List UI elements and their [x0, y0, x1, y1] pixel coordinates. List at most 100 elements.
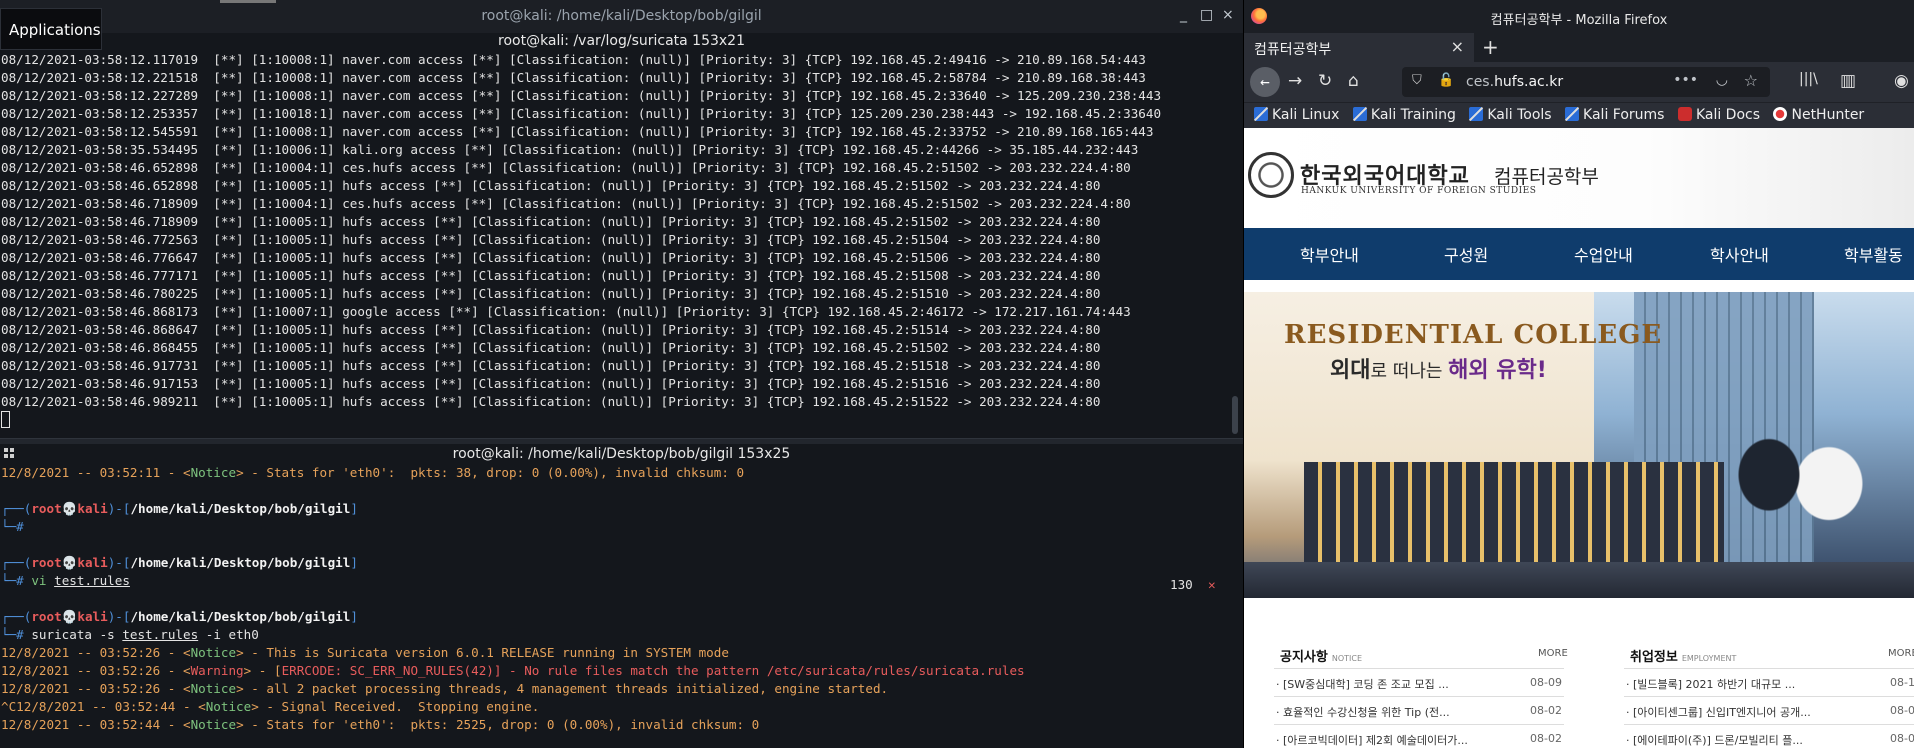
fast-log-output: 08/12/2021-03:58:12.117019 [**] [1:10008…	[0, 51, 1243, 411]
bookmark-kali-linux[interactable]: Kali Linux	[1254, 107, 1339, 123]
employment-item[interactable]: · [에이테파이(주)] 드론/모빌리티 플...08-02	[1624, 724, 1914, 748]
kali-dragon-icon	[1565, 107, 1580, 121]
kali-dragon-icon	[1254, 107, 1268, 121]
suricata-output-line: ^C12/8/2021 -- 03:52:44 - <Notice> - Sig…	[1, 699, 540, 714]
firefox-logo-icon	[1251, 8, 1267, 24]
suricata-log-pane[interactable]: root@kali: /var/log/suricata 153x21 08/1…	[0, 33, 1243, 439]
web-page: 한국외국어대학교 컴퓨터공학부 HANKUK UNIVERSITY OF FOR…	[1244, 128, 1914, 748]
pocket-icon[interactable]: ◡	[1716, 72, 1728, 88]
hero-banner[interactable]: RESIDENTIAL COLLEGE 외대로 떠나는 해외 유학!	[1244, 292, 1914, 598]
log-line: 08/12/2021-03:58:46.772563 [**] [1:10005…	[1, 232, 1101, 247]
log-line: 08/12/2021-03:58:46.652898 [**] [1:10004…	[1, 160, 1131, 175]
menu-item[interactable]: 구성원	[1444, 242, 1488, 266]
firefox-window-title: 컴퓨터공학부 - Mozilla Firefox	[1490, 13, 1668, 28]
employment-item[interactable]: · [빌드블록] 2021 하반기 대규모 ...08-10	[1624, 668, 1914, 696]
reload-button[interactable]: ↻	[1318, 71, 1332, 91]
board-section: 공지사항 NOTICE MORE · [SW중심대학] 코딩 존 조교 모집 ..…	[1244, 634, 1914, 748]
bookmark-kali-tools[interactable]: Kali Tools	[1469, 107, 1552, 123]
bookmark-kali-docs[interactable]: Kali Docs	[1677, 107, 1760, 123]
page-actions-icon[interactable]: •••	[1673, 72, 1698, 88]
insecure-lock-icon[interactable]: 🔓	[1438, 73, 1454, 88]
bookmarks-toolbar: Kali Linux Kali Training Kali Tools Kali…	[1244, 102, 1914, 128]
history-count: 130	[1170, 577, 1193, 592]
shield-icon[interactable]: ⛉	[1412, 73, 1422, 88]
exit-status-icon: ✕	[1208, 577, 1216, 592]
menu-item[interactable]: 학부안내	[1300, 242, 1359, 266]
employment-more-link[interactable]: MORE	[1888, 648, 1914, 659]
navigation-toolbar: ← → ↻ ⌂ ⛉ 🔓 ces.hufs.ac.kr ••• ◡ ☆ |||\ …	[1244, 62, 1914, 102]
stats-line: 12/8/2021 -- 03:52:11 - <Notice> - Stats…	[1, 465, 745, 480]
kali-dragon-icon	[1469, 107, 1484, 121]
menu-item[interactable]: 학부활동	[1844, 242, 1903, 266]
log-line: 08/12/2021-03:58:46.718909 [**] [1:10005…	[1, 214, 1101, 229]
pane1-title: root@kali: /var/log/suricata 153x21	[498, 33, 745, 49]
command-suricata: └─# suricata -s test.rules -i eth0	[1, 627, 259, 642]
url-prefix: ces.	[1466, 74, 1495, 90]
terminal-cursor	[1, 411, 10, 428]
log-line: 08/12/2021-03:58:46.780225 [**] [1:10005…	[1, 286, 1101, 301]
library-icon[interactable]: |||\	[1799, 71, 1818, 87]
university-emblem-icon[interactable]	[1248, 152, 1294, 198]
employment-title: 취업정보 EMPLOYMENT	[1630, 650, 1737, 665]
url-bar[interactable]: ⛉ 🔓 ces.hufs.ac.kr ••• ◡ ☆	[1402, 67, 1770, 97]
maximize-button[interactable]: □	[1200, 7, 1213, 23]
suricata-output-line: 12/8/2021 -- 03:52:44 - <Notice> - Stats…	[1, 717, 760, 732]
kali-dragon-icon	[1352, 107, 1367, 121]
site-header: 한국외국어대학교 컴퓨터공학부 HANKUK UNIVERSITY OF FOR…	[1244, 128, 1914, 228]
menu-item[interactable]: 학사안내	[1710, 242, 1769, 266]
notice-item[interactable]: · [아르코빅데이터] 제2회 예술데이터가... 08-02	[1274, 724, 1564, 748]
applications-menu-button[interactable]: Applications	[0, 8, 102, 50]
tab-title: 컴퓨터공학부	[1254, 42, 1332, 58]
terminal-window-title: root@kali: /home/kali/Desktop/bob/gilgil	[481, 8, 762, 24]
minimize-button[interactable]: _	[1180, 7, 1187, 23]
notice-more-link[interactable]: MORE	[1538, 648, 1568, 659]
bookmark-star-icon[interactable]: ☆	[1744, 71, 1758, 90]
pane1-scrollbar[interactable]	[1232, 396, 1238, 434]
sidebar-icon[interactable]: ▥	[1840, 71, 1856, 91]
banner-students-image	[1724, 422, 1874, 598]
notice-item[interactable]: · [SW중심대학] 코딩 존 조교 모집 ... 08-09	[1274, 668, 1564, 696]
log-line: 08/12/2021-03:58:12.117019 [**] [1:10008…	[1, 52, 1146, 67]
log-line: 08/12/2021-03:58:46.868647 [**] [1:10005…	[1, 322, 1101, 337]
notice-item[interactable]: · 효율적인 수강신청을 위한 Tip (전... 08-02	[1274, 696, 1564, 724]
suricata-warning-line: 12/8/2021 -- 03:52:26 - <Warning> - [ERR…	[1, 663, 1025, 678]
account-icon[interactable]: ◉	[1894, 71, 1909, 91]
site-main-menu: 학부안내 구성원 수업안내 학사안내 학부활동	[1244, 228, 1914, 280]
terminal-window: root@kali: /home/kali/Desktop/bob/gilgil…	[0, 0, 1243, 748]
university-name-en: HANKUK UNIVERSITY OF FOREIGN STUDIES	[1301, 186, 1537, 196]
close-tab-icon[interactable]: ×	[1451, 37, 1464, 56]
bookmark-kali-training[interactable]: Kali Training	[1352, 107, 1456, 123]
shell-pane[interactable]: root@kali: /home/kali/Desktop/bob/gilgil…	[0, 444, 1243, 748]
prompt-line: ┌──(root💀kali)-[/home/kali/Desktop/bob/g…	[1, 555, 358, 570]
suricata-output-line: 12/8/2021 -- 03:52:26 - <Notice> - This …	[1, 645, 729, 660]
log-line: 08/12/2021-03:58:12.221518 [**] [1:10008…	[1, 70, 1146, 85]
banner-title: RESIDENTIAL COLLEGE	[1284, 320, 1663, 350]
notice-title: 공지사항 NOTICE	[1280, 650, 1363, 665]
log-line: 08/12/2021-03:58:12.253357 [**] [1:10018…	[1, 106, 1162, 121]
firefox-titlebar: 컴퓨터공학부 - Mozilla Firefox	[1244, 0, 1914, 33]
log-line: 08/12/2021-03:58:46.776647 [**] [1:10005…	[1, 250, 1101, 265]
menu-item[interactable]: 수업안내	[1574, 242, 1633, 266]
url-domain: hufs.ac.kr	[1494, 74, 1564, 90]
suricata-output-line: 12/8/2021 -- 03:52:26 - <Notice> - all 2…	[1, 681, 889, 696]
tab-active[interactable]: 컴퓨터공학부 ×	[1244, 33, 1474, 62]
department-name[interactable]: 컴퓨터공학부	[1494, 162, 1599, 189]
new-tab-button[interactable]: +	[1482, 35, 1499, 59]
close-button[interactable]: ×	[1222, 7, 1234, 23]
log-line: 08/12/2021-03:58:12.227289 [**] [1:10008…	[1, 88, 1162, 103]
split-pane-icon[interactable]	[4, 448, 14, 458]
nethunter-icon	[1773, 107, 1788, 121]
banner-subtitle: 외대로 떠나는 해외 유학!	[1330, 358, 1547, 383]
terminal-tab-indicator	[220, 0, 276, 3]
employment-item[interactable]: · [아이티센그룹] 신입IT엔지니어 공개...08-05	[1624, 696, 1914, 724]
prompt-hash: └─#	[1, 519, 24, 534]
log-line: 08/12/2021-03:58:46.652898 [**] [1:10005…	[1, 178, 1101, 193]
log-line: 08/12/2021-03:58:46.917731 [**] [1:10005…	[1, 358, 1101, 373]
forward-button[interactable]: →	[1288, 71, 1302, 91]
bookmark-nethunter[interactable]: NetHunter	[1773, 107, 1864, 123]
home-button[interactable]: ⌂	[1348, 71, 1359, 91]
pane2-title: root@kali: /home/kali/Desktop/bob/gilgil…	[452, 446, 791, 462]
back-button[interactable]: ←	[1250, 67, 1280, 97]
bookmark-kali-forums[interactable]: Kali Forums	[1565, 107, 1664, 123]
log-line: 08/12/2021-03:58:35.534495 [**] [1:10006…	[1, 142, 1139, 157]
